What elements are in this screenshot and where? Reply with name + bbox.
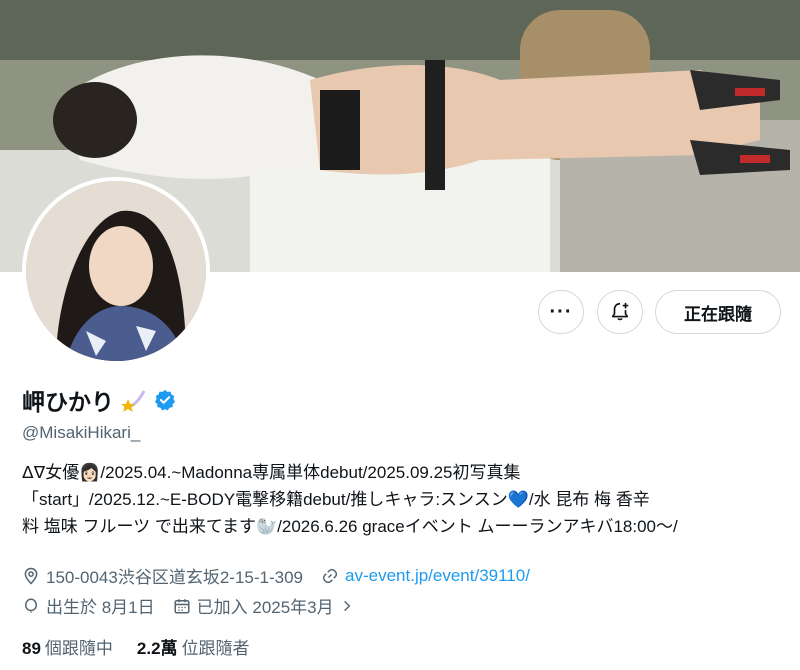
bio-line: 「start」/2025.12.~E-BODY電撃移籍debut/推しキャラ:ス… xyxy=(22,490,650,509)
following-count: 89 xyxy=(22,639,41,658)
website-link[interactable]: av-event.jp/event/39110/ xyxy=(345,566,530,586)
notifications-button[interactable] xyxy=(597,290,643,334)
birthday-icon xyxy=(24,597,38,613)
following-count-link[interactable]: 89 個跟隨中 xyxy=(22,634,113,659)
follow-counts: 89 個跟隨中 2.2萬 位跟隨者 xyxy=(22,634,274,659)
more-icon: ··· xyxy=(549,300,573,323)
following-label: 個跟隨中 xyxy=(44,639,113,658)
profile-meta-row: 150-0043渋谷区道玄坂2-15-1-309 av-event.jp/eve… xyxy=(22,563,548,588)
user-handle: @MisakiHikari_ xyxy=(22,423,141,442)
more-button[interactable]: ··· xyxy=(538,290,584,334)
location-icon xyxy=(24,567,38,585)
calendar-icon xyxy=(174,598,190,613)
birthday-text: 出生於 8月1日 xyxy=(46,598,155,617)
joined-item[interactable]: 已加入 2025年3月 xyxy=(173,593,354,618)
following-button[interactable]: 正在跟隨 xyxy=(655,290,781,334)
display-name: 岬ひかり xyxy=(22,389,114,415)
followers-count-link[interactable]: 2.2萬 位跟隨者 xyxy=(137,634,250,659)
link-icon xyxy=(322,568,338,583)
name-row: 岬ひかり xyxy=(22,383,176,417)
bio-line: ᐃᐁ女優👩🏻/2025.04.~Madonna専属単体debut/2025.09… xyxy=(22,463,521,482)
avatar-image xyxy=(26,181,206,361)
profile-meta-row: 出生於 8月1日 已加入 2025年3月 xyxy=(22,593,372,618)
birthday-item: 出生於 8月1日 xyxy=(22,593,155,618)
location-item: 150-0043渋谷区道玄坂2-15-1-309 xyxy=(22,563,303,588)
followers-label: 位跟隨者 xyxy=(181,639,250,658)
location-text: 150-0043渋谷区道玄坂2-15-1-309 xyxy=(46,568,304,587)
website-item[interactable]: av-event.jp/event/39110/ xyxy=(321,566,530,586)
verified-badge-icon[interactable] xyxy=(154,389,176,411)
shooting-star-emoji xyxy=(121,390,146,412)
chevron-right-icon xyxy=(343,600,351,611)
joined-text: 已加入 2025年3月 xyxy=(196,598,334,617)
profile-bio: ᐃᐁ女優👩🏻/2025.04.~Madonna専属単体debut/2025.09… xyxy=(22,459,782,540)
avatar[interactable] xyxy=(26,181,206,361)
bio-line: 料 塩味 フルーツ で出来てます🦭/2026.6.26 graceイベント ムー… xyxy=(22,517,678,536)
add-notification-icon xyxy=(611,302,629,321)
profile-avatar-frame[interactable] xyxy=(22,177,210,365)
followers-count: 2.2萬 xyxy=(136,639,178,658)
